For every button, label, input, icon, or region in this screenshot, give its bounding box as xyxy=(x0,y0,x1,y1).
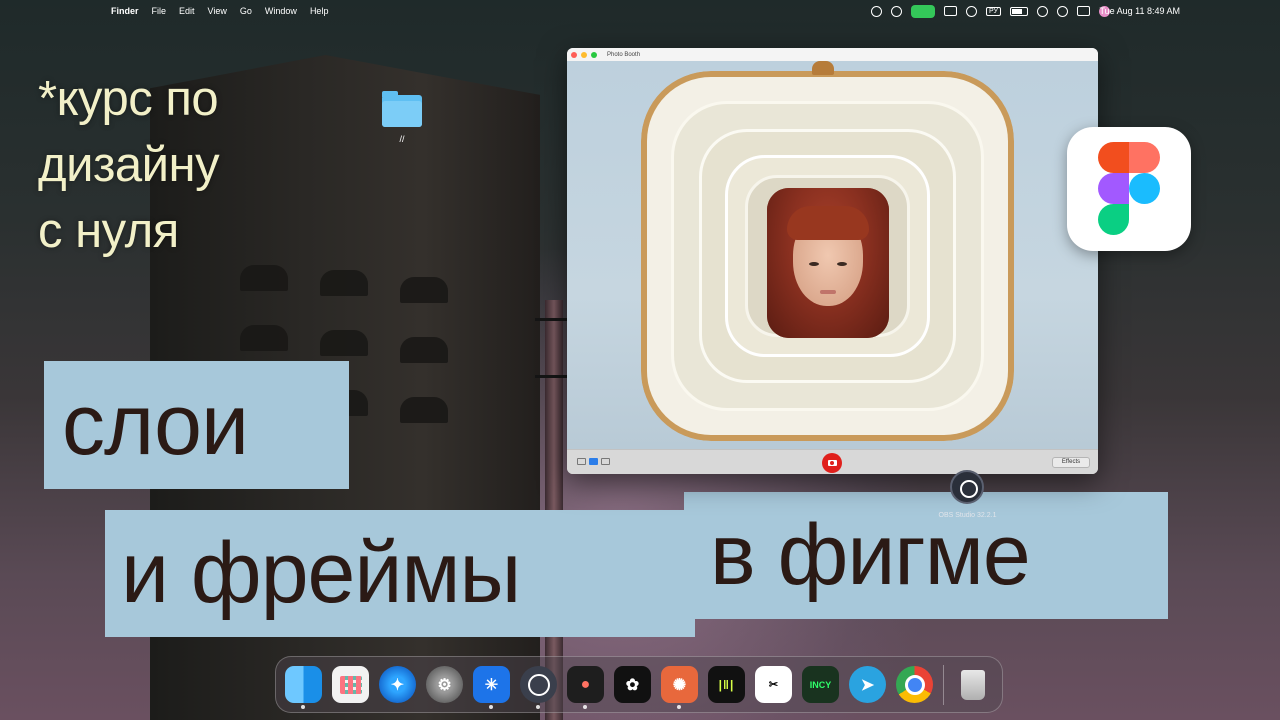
menu-edit[interactable]: Edit xyxy=(179,6,195,16)
building-window xyxy=(240,265,288,291)
finder-icon[interactable] xyxy=(285,666,322,709)
effects-button[interactable]: Effects xyxy=(1052,457,1090,468)
battery-icon[interactable] xyxy=(1010,6,1028,16)
control-center-icon[interactable] xyxy=(1077,6,1090,16)
menu-view[interactable]: View xyxy=(208,6,227,16)
photo-booth-window: Photo Booth Effects xyxy=(567,48,1098,474)
menu-bar-clock[interactable]: Tue Aug 11 8:49 AM xyxy=(1099,6,1180,16)
screen-record-status-icon[interactable] xyxy=(944,6,958,16)
safari-icon[interactable]: ✦ xyxy=(379,666,416,703)
search-icon[interactable] xyxy=(1057,5,1068,17)
cloud-status-icon[interactable] xyxy=(966,5,978,17)
perplexity-icon[interactable]: ✳ xyxy=(473,666,510,709)
brightness-status-icon[interactable] xyxy=(871,5,883,17)
video-mode-icon[interactable] xyxy=(601,458,610,465)
fullscreen-button[interactable] xyxy=(591,51,597,58)
camera-icon xyxy=(827,460,837,466)
subtitle-line: *курс по xyxy=(38,72,219,126)
building-window xyxy=(400,277,448,303)
photo-booth-toolbar: Effects xyxy=(567,449,1098,474)
dock-separator xyxy=(943,664,944,705)
menu-go[interactable]: Go xyxy=(240,6,252,16)
obs-desktop-label: OBS Studio 32.2.1 xyxy=(938,512,997,519)
menu-file[interactable]: File xyxy=(152,6,167,16)
portrait-photo xyxy=(767,188,889,338)
wifi-icon[interactable] xyxy=(1037,5,1048,17)
headline-chip-figma: в фигме xyxy=(684,492,1168,619)
subtitle-line: с нуля xyxy=(38,204,179,258)
headline-chip-layers: слои xyxy=(44,361,349,489)
launchpad-icon[interactable] xyxy=(332,666,369,703)
dock: ✦ ⚙ ✳ ● ✿ ✺ |‖| ✂ INCY ➤ xyxy=(275,656,1003,713)
building-window xyxy=(400,337,448,363)
trash-icon[interactable] xyxy=(954,666,991,703)
take-photo-button[interactable] xyxy=(822,453,842,473)
close-button[interactable] xyxy=(571,51,577,58)
single-photo-mode-icon[interactable] xyxy=(589,458,598,465)
folder-label: // xyxy=(399,134,405,144)
building-window xyxy=(400,397,448,423)
figma-logo-icon xyxy=(1067,127,1191,251)
chrome-icon[interactable] xyxy=(896,666,933,703)
window-titlebar[interactable]: Photo Booth xyxy=(567,48,1098,61)
obs-desktop-icon[interactable] xyxy=(950,470,984,504)
input-source-indicator[interactable]: РУ xyxy=(986,6,1001,16)
folder-icon xyxy=(382,91,422,127)
chatgpt-icon[interactable]: ✿ xyxy=(614,666,651,703)
subtitle-line: дизайну xyxy=(38,138,220,192)
audio-wave-icon[interactable]: |‖| xyxy=(708,666,745,703)
claude-icon[interactable]: ✺ xyxy=(661,666,698,709)
four-up-mode-icon[interactable] xyxy=(577,458,586,465)
telegram-icon[interactable]: ➤ xyxy=(849,666,886,703)
figma-icon[interactable]: ● xyxy=(567,666,604,709)
capcut-icon[interactable]: ✂ xyxy=(755,666,792,703)
window-title: Photo Booth xyxy=(607,51,641,58)
obs-status-icon[interactable] xyxy=(891,5,903,17)
building-window xyxy=(320,270,368,296)
facetime-status-icon[interactable] xyxy=(911,4,936,18)
menu-window[interactable]: Window xyxy=(265,6,297,16)
app-menu-finder[interactable]: Finder xyxy=(111,6,139,16)
course-subtitle: *курс по дизайну с нуля xyxy=(38,66,278,264)
menu-help[interactable]: Help xyxy=(310,6,329,16)
building-window xyxy=(320,330,368,356)
system-settings-icon[interactable]: ⚙ xyxy=(426,666,463,703)
onion-stem xyxy=(812,61,834,75)
building-window xyxy=(240,325,288,351)
headline-chip-frames: и фреймы xyxy=(105,510,695,637)
minimize-button[interactable] xyxy=(581,51,587,58)
menu-bar: Finder File Edit View Go Window Help РУ … xyxy=(0,0,1280,22)
desktop-folder[interactable]: // xyxy=(380,91,424,150)
camera-preview xyxy=(567,61,1098,449)
obs-studio-icon[interactable] xyxy=(520,666,557,709)
incy-icon[interactable]: INCY xyxy=(802,666,839,703)
